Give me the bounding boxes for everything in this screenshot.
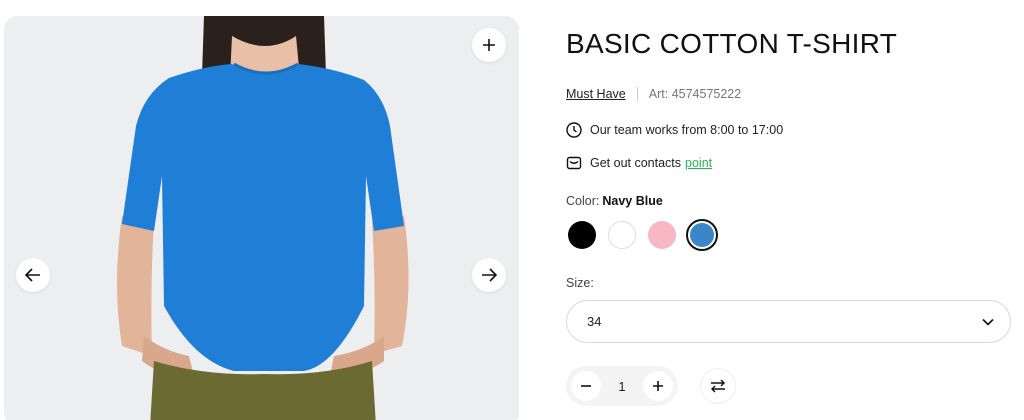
product-details: BASIC COTTON T-SHIRT Must Have Art: 4574…: [566, 0, 1016, 420]
size-value: 34: [587, 314, 602, 329]
swatch-navy-blue[interactable]: [686, 219, 718, 251]
product-gallery: [4, 16, 519, 420]
article-label: Art:: [648, 87, 669, 101]
selected-color-name: Navy Blue: [602, 194, 663, 208]
zoom-button[interactable]: [472, 28, 506, 62]
product-photo: [4, 16, 519, 420]
compare-button[interactable]: [700, 368, 736, 404]
product-meta: Must Have Art: 4574575222: [566, 87, 741, 101]
quantity-value: 1: [618, 378, 626, 394]
color-label: Color: Navy Blue: [566, 194, 663, 208]
size-label: Size:: [566, 276, 594, 290]
working-hours-text: Our team works from 8:00 to 17:00: [590, 123, 784, 137]
compare-arrows-icon: [711, 379, 725, 393]
swatch-black[interactable]: [568, 221, 596, 249]
arrow-left-icon: [25, 268, 40, 282]
contacts-link[interactable]: point: [685, 156, 712, 170]
brand-link[interactable]: Must Have: [566, 87, 626, 101]
message-icon: [566, 156, 582, 170]
chevron-down-icon: [982, 318, 994, 326]
clock-icon: [566, 122, 582, 138]
article-number: 4574575222: [671, 87, 742, 101]
swatch-white[interactable]: [608, 221, 636, 249]
meta-divider: [636, 87, 638, 101]
product-title: BASIC COTTON T-SHIRT: [566, 28, 898, 59]
plus-icon: [652, 381, 663, 391]
working-hours: Our team works from 8:00 to 17:00: [566, 122, 783, 138]
quantity-stepper: 1: [566, 366, 678, 406]
size-select[interactable]: 34: [566, 300, 1011, 343]
swatch-pink[interactable]: [648, 221, 676, 249]
contacts-text: Get out contacts: [590, 156, 682, 170]
arrow-right-icon: [482, 268, 497, 282]
next-image-button[interactable]: [472, 258, 506, 292]
minus-icon: [581, 385, 591, 387]
decrease-quantity-button[interactable]: [571, 371, 601, 401]
color-label-text: Color:: [566, 194, 600, 208]
increase-quantity-button[interactable]: [642, 371, 673, 401]
contacts-row: Get out contacts point: [566, 155, 712, 171]
plus-icon: [483, 39, 495, 51]
previous-image-button[interactable]: [16, 258, 50, 292]
